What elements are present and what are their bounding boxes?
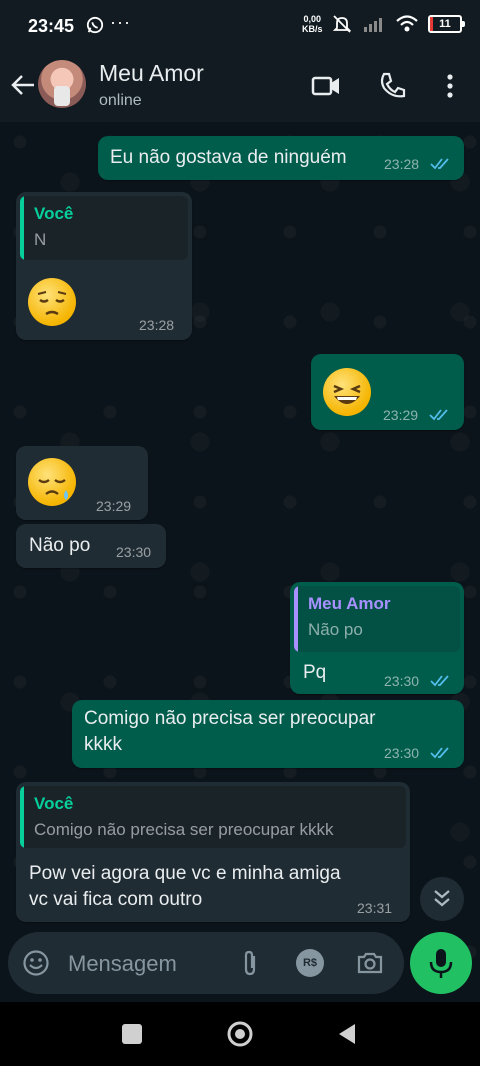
message-composer: R$ <box>8 932 404 994</box>
back-arrow-icon[interactable] <box>8 70 38 100</box>
contact-name[interactable]: Meu Amor <box>99 60 204 87</box>
battery-fill <box>430 17 434 31</box>
message-input[interactable] <box>66 946 240 982</box>
message-bubble-incoming[interactable]: Você Comigo não precisa ser preocupar kk… <box>16 782 410 922</box>
status-time: 23:45 <box>28 16 75 36</box>
video-call-icon[interactable] <box>310 70 342 102</box>
message-bubble-incoming[interactable]: 23:29 <box>16 446 148 520</box>
message-text: Não po <box>29 535 91 556</box>
quote-author: Você <box>34 794 74 813</box>
message-bubble-outgoing[interactable]: Comigo não precisa ser preocupar kkkk 23… <box>72 700 464 768</box>
message-bubble-outgoing[interactable]: Eu não gostava de ninguém 23:28 <box>98 136 464 180</box>
whatsapp-notification-icon <box>86 16 104 34</box>
message-text-line-2: kkkk <box>84 734 122 755</box>
sleepy-face-emoji <box>28 458 76 506</box>
quote-bar <box>20 196 24 260</box>
quote-bar <box>294 586 298 652</box>
menu-kebab-icon[interactable] <box>434 70 466 102</box>
read-ticks-icon <box>430 158 449 170</box>
quote-author: Meu Amor <box>308 594 391 613</box>
wifi-icon <box>396 15 418 32</box>
message-time: 23:30 <box>384 673 420 689</box>
quote-text: Não po <box>308 620 363 639</box>
message-text-line-1: Comigo não precisa ser preocupar <box>84 708 376 729</box>
contact-status: online <box>99 92 142 109</box>
message-time: 23:29 <box>96 498 132 514</box>
message-time: 23:30 <box>384 745 420 761</box>
message-time: 23:29 <box>383 407 419 423</box>
read-ticks-icon <box>430 747 449 759</box>
double-chevron-down-icon <box>434 890 450 907</box>
read-ticks-icon <box>429 409 448 421</box>
chat-header: Meu Amor online <box>0 52 480 122</box>
signal-icon <box>364 18 382 32</box>
message-text-line-1: Pow vei agora que vc e minha amiga <box>29 863 341 884</box>
quoted-message[interactable]: Meu Amor Não po <box>294 586 460 652</box>
pensive-face-emoji <box>28 278 76 326</box>
message-bubble-incoming[interactable]: Não po 23:30 <box>16 524 166 568</box>
message-bubble-incoming[interactable]: Você N 23:28 <box>16 192 192 340</box>
voice-message-button[interactable] <box>410 932 472 994</box>
home-button[interactable] <box>226 1020 254 1048</box>
message-time: 23:31 <box>357 900 393 916</box>
battery-level: 11 <box>439 18 451 30</box>
network-speed-value: 0,00 <box>303 14 322 24</box>
quote-text: Comigo não precisa ser preocupar kkkk <box>34 820 334 839</box>
back-nav-button[interactable] <box>336 1022 358 1046</box>
message-time: 23:28 <box>139 317 175 333</box>
quote-author: Você <box>34 204 74 223</box>
message-time: 23:28 <box>384 156 420 172</box>
scroll-to-bottom-button[interactable] <box>420 877 464 921</box>
payment-icon[interactable]: R$ <box>296 949 324 977</box>
read-ticks-icon <box>430 675 449 687</box>
microphone-icon <box>429 949 453 978</box>
message-text: Eu não gostava de ninguém <box>110 147 347 168</box>
more-notifications-icon: ··· <box>110 12 131 32</box>
message-text: Pq <box>303 662 327 683</box>
system-navigation-bar <box>0 1002 480 1066</box>
message-bubble-outgoing[interactable]: Meu Amor Não po Pq 23:30 <box>290 582 464 694</box>
battery-icon: 11 <box>428 15 465 33</box>
mute-icon <box>332 15 352 33</box>
quoted-message[interactable]: Você Comigo não precisa ser preocupar kk… <box>20 786 406 848</box>
message-text-line-2: vc vai fica com outro <box>29 889 203 910</box>
message-bubble-outgoing[interactable]: 23:29 <box>311 354 464 430</box>
network-speed-unit: KB/s <box>302 24 323 34</box>
recents-button[interactable] <box>122 1024 142 1044</box>
status-bar: 23:45 ··· 0,00 KB/s 11 <box>0 0 480 52</box>
attach-icon[interactable] <box>236 949 264 977</box>
contact-avatar[interactable] <box>38 60 86 108</box>
emoji-icon[interactable] <box>22 949 50 977</box>
message-time: 23:30 <box>116 544 152 560</box>
quote-bar <box>20 786 24 848</box>
camera-icon[interactable] <box>355 948 385 978</box>
quote-text: N <box>34 230 47 249</box>
voice-call-icon[interactable] <box>376 70 408 102</box>
network-speed: 0,00 KB/s <box>302 14 323 34</box>
quoted-message[interactable]: Você N <box>20 196 188 260</box>
grinning-squinting-face-emoji <box>323 368 371 416</box>
